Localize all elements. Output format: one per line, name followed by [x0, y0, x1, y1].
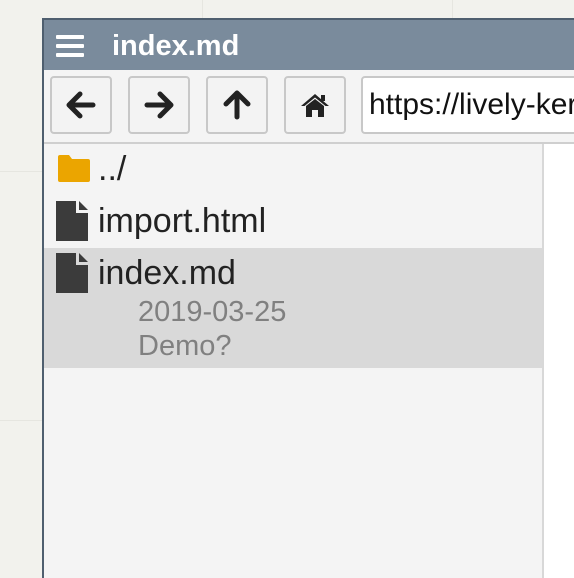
arrow-left-icon: [66, 91, 96, 119]
file-name: import.html: [98, 202, 267, 240]
file-note: Demo?: [138, 330, 232, 362]
list-item-index-md[interactable]: index.md 2019-03-25 Demo?: [44, 248, 542, 368]
desktop-grid-line: [452, 0, 453, 18]
navigation-toolbar: [44, 70, 574, 144]
file-list: ../ import.html index.md 2019-03-25 Demo…: [44, 144, 544, 578]
up-button[interactable]: [206, 76, 268, 134]
file-date: 2019-03-25: [138, 296, 287, 328]
preview-pane: [544, 144, 574, 578]
file-browser-window: index.md https://lively-kernel.org/livel…: [42, 18, 574, 578]
window-title: index.md: [112, 30, 240, 62]
list-item-parent-folder[interactable]: ../: [44, 144, 542, 194]
forward-button[interactable]: [128, 76, 190, 134]
hamburger-menu-icon[interactable]: [56, 35, 86, 59]
file-name: index.md: [98, 254, 236, 292]
url-field[interactable]: [361, 76, 574, 134]
window-titlebar[interactable]: index.md: [44, 20, 574, 70]
home-button[interactable]: [284, 76, 346, 134]
arrow-up-icon: [223, 90, 251, 120]
file-name: ../: [98, 150, 127, 188]
back-button[interactable]: [50, 76, 112, 134]
file-icon: [56, 253, 88, 293]
url-input[interactable]: [369, 78, 574, 132]
folder-icon: [58, 155, 90, 182]
file-icon: [56, 201, 88, 241]
list-item-import-html[interactable]: import.html: [44, 194, 542, 246]
home-icon: [301, 94, 329, 117]
desktop-grid-line: [0, 171, 42, 172]
desktop-grid-line: [202, 0, 203, 18]
desktop-grid-line: [0, 420, 42, 421]
arrow-right-icon: [144, 91, 174, 119]
